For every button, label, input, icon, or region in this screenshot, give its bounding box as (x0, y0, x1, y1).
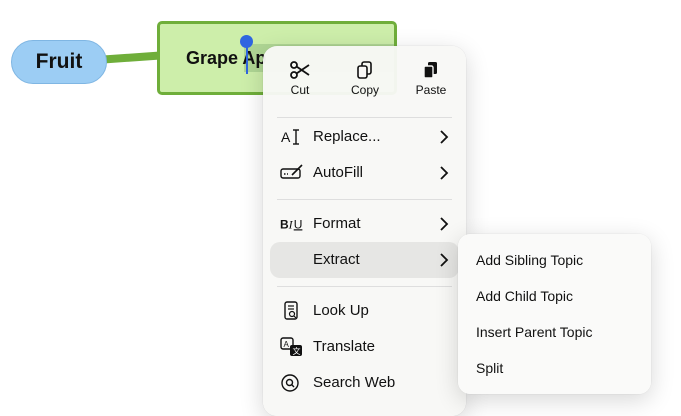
selection-handle[interactable] (240, 35, 253, 48)
svg-text:文: 文 (293, 346, 301, 356)
menu-item-format-label: Format (313, 215, 361, 232)
submenu-item-label: Add Child Topic (476, 288, 574, 304)
autofill-icon (280, 164, 303, 179)
scissors-icon (290, 61, 310, 79)
menu-divider (277, 286, 452, 287)
svg-text:A: A (281, 129, 291, 145)
replace-text-icon: A (281, 129, 299, 145)
central-topic-node[interactable]: Fruit (11, 40, 107, 84)
chevron-right-icon (440, 253, 449, 267)
format-biu-icon: B I U (280, 217, 303, 231)
menu-item-extract[interactable]: Extract (270, 242, 459, 278)
submenu-item-label: Insert Parent Topic (476, 324, 593, 340)
svg-text:I: I (288, 217, 294, 231)
menu-item-search-web[interactable]: Search Web (270, 365, 459, 401)
copy-button[interactable]: Copy (335, 56, 395, 106)
menu-divider (277, 199, 452, 200)
submenu-item-label: Add Sibling Topic (476, 252, 584, 268)
menu-item-autofill-label: AutoFill (313, 164, 364, 181)
cut-label: Cut (290, 83, 310, 97)
extract-submenu: Add Sibling Topic Add Child Topic Insert… (458, 234, 651, 394)
selection-caret (246, 44, 248, 74)
menu-divider (277, 117, 452, 118)
menu-item-translate[interactable]: A 文 Translate (270, 329, 459, 365)
svg-text:B: B (280, 217, 289, 231)
chevron-right-icon (440, 166, 449, 180)
menu-item-autofill[interactable]: AutoFill (270, 155, 459, 191)
submenu-item-add-child-topic[interactable]: Add Child Topic (464, 280, 645, 312)
menu-item-replace-label: Replace... (313, 128, 381, 145)
look-up-icon (284, 301, 298, 320)
menu-item-replace[interactable]: A Replace... (270, 119, 459, 155)
copy-icon (357, 61, 372, 79)
chevron-right-icon (440, 130, 449, 144)
menu-item-look-up[interactable]: Look Up (270, 293, 459, 329)
menu-item-format[interactable]: B I U Format (270, 206, 459, 242)
context-menu: Cut Copy Paste A Replace... AutoFill B I… (263, 46, 466, 416)
central-topic-label: Fruit (35, 50, 83, 73)
menu-item-search-web-label: Search Web (313, 374, 396, 391)
submenu-item-add-sibling-topic[interactable]: Add Sibling Topic (464, 244, 645, 276)
paste-icon (423, 62, 437, 79)
menu-item-look-up-label: Look Up (313, 302, 369, 319)
menu-item-extract-label: Extract (313, 251, 360, 268)
submenu-item-label: Split (476, 360, 504, 376)
edit-actions-row: Cut Copy Paste (263, 56, 466, 106)
submenu-item-insert-parent-topic[interactable]: Insert Parent Topic (464, 316, 645, 348)
cut-button[interactable]: Cut (270, 56, 330, 106)
submenu-item-split[interactable]: Split (464, 352, 645, 384)
svg-text:U: U (294, 217, 303, 231)
subtopic-label[interactable]: Grape Ap (186, 48, 266, 69)
search-web-icon (281, 374, 299, 392)
paste-label: Paste (415, 83, 447, 97)
svg-text:A: A (284, 340, 290, 349)
menu-item-translate-label: Translate (313, 338, 375, 355)
chevron-right-icon (440, 217, 449, 231)
translate-icon: A 文 (280, 337, 302, 356)
paste-button[interactable]: Paste (401, 56, 461, 106)
copy-label: Copy (350, 83, 379, 97)
